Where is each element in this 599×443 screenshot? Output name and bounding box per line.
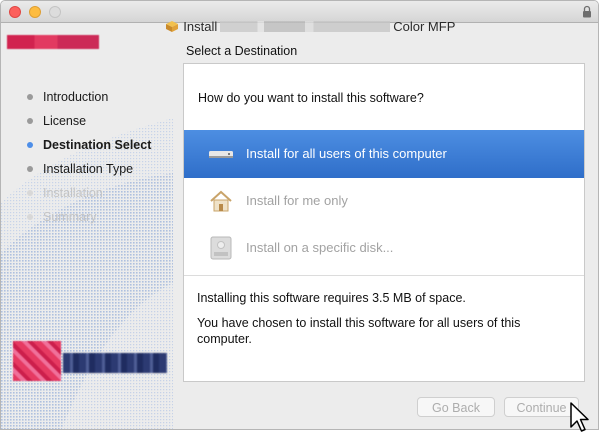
- mouse-pointer-icon: [570, 402, 589, 432]
- step-bullet: [27, 166, 33, 172]
- option-label: Install on a specific disk...: [246, 240, 394, 255]
- home-icon: [210, 190, 232, 212]
- step-bullet: [27, 94, 33, 100]
- brand-mark-redacted: [13, 341, 61, 381]
- step-bullet: [27, 190, 33, 196]
- steps-list: Introduction License Destination Select …: [27, 89, 151, 233]
- step-label: Destination Select: [43, 138, 152, 152]
- continue-button[interactable]: Continue: [504, 397, 579, 417]
- option-specific-disk[interactable]: Install on a specific disk...: [184, 224, 584, 272]
- step-destination-select: Destination Select: [27, 137, 151, 161]
- option-all-users[interactable]: Install for all users of this computer: [184, 130, 584, 178]
- step-bullet-active: [27, 142, 33, 148]
- install-info: Installing this software requires 3.5 MB…: [197, 290, 573, 347]
- step-label: Installation Type: [43, 162, 134, 176]
- step-label: Summary: [43, 210, 97, 224]
- title-redacted-name: [220, 21, 391, 32]
- step-bullet: [27, 214, 33, 220]
- divider: [184, 275, 584, 276]
- step-license: License: [27, 113, 151, 137]
- step-bullet: [27, 118, 33, 124]
- brand-wordmark-redacted: [63, 353, 167, 373]
- disk-icon: [210, 236, 232, 260]
- option-label: Install for me only: [246, 193, 348, 208]
- option-label: Install for all users of this computer: [246, 146, 447, 161]
- step-installation-type: Installation Type: [27, 161, 151, 185]
- option-me-only[interactable]: Install for me only: [184, 177, 584, 225]
- destination-panel: How do you want to install this software…: [183, 63, 585, 382]
- step-summary: Summary: [27, 209, 151, 233]
- installer-window: Install Color MFP Introduction License D…: [0, 0, 599, 430]
- step-installation: Installation: [27, 185, 151, 209]
- step-introduction: Introduction: [27, 89, 151, 113]
- title-suffix: Color MFP: [393, 19, 456, 34]
- step-label: Installation: [43, 186, 103, 200]
- brand-logo-redacted: [7, 35, 99, 49]
- step-label: License: [43, 114, 87, 128]
- title-bar[interactable]: Install Color MFP: [1, 1, 598, 34]
- step-label: Introduction: [43, 90, 109, 104]
- go-back-button[interactable]: Go Back: [417, 397, 495, 417]
- install-question: How do you want to install this software…: [198, 91, 424, 105]
- lock-icon: [583, 5, 591, 18]
- installer-sidebar: Introduction License Destination Select …: [1, 23, 173, 429]
- title-prefix: Install: [183, 19, 218, 34]
- drive-icon: [209, 151, 233, 158]
- space-requirement-text: Installing this software requires 3.5 MB…: [197, 291, 466, 305]
- choice-summary-text: You have chosen to install this software…: [197, 316, 521, 346]
- page-title: Select a Destination: [186, 44, 298, 58]
